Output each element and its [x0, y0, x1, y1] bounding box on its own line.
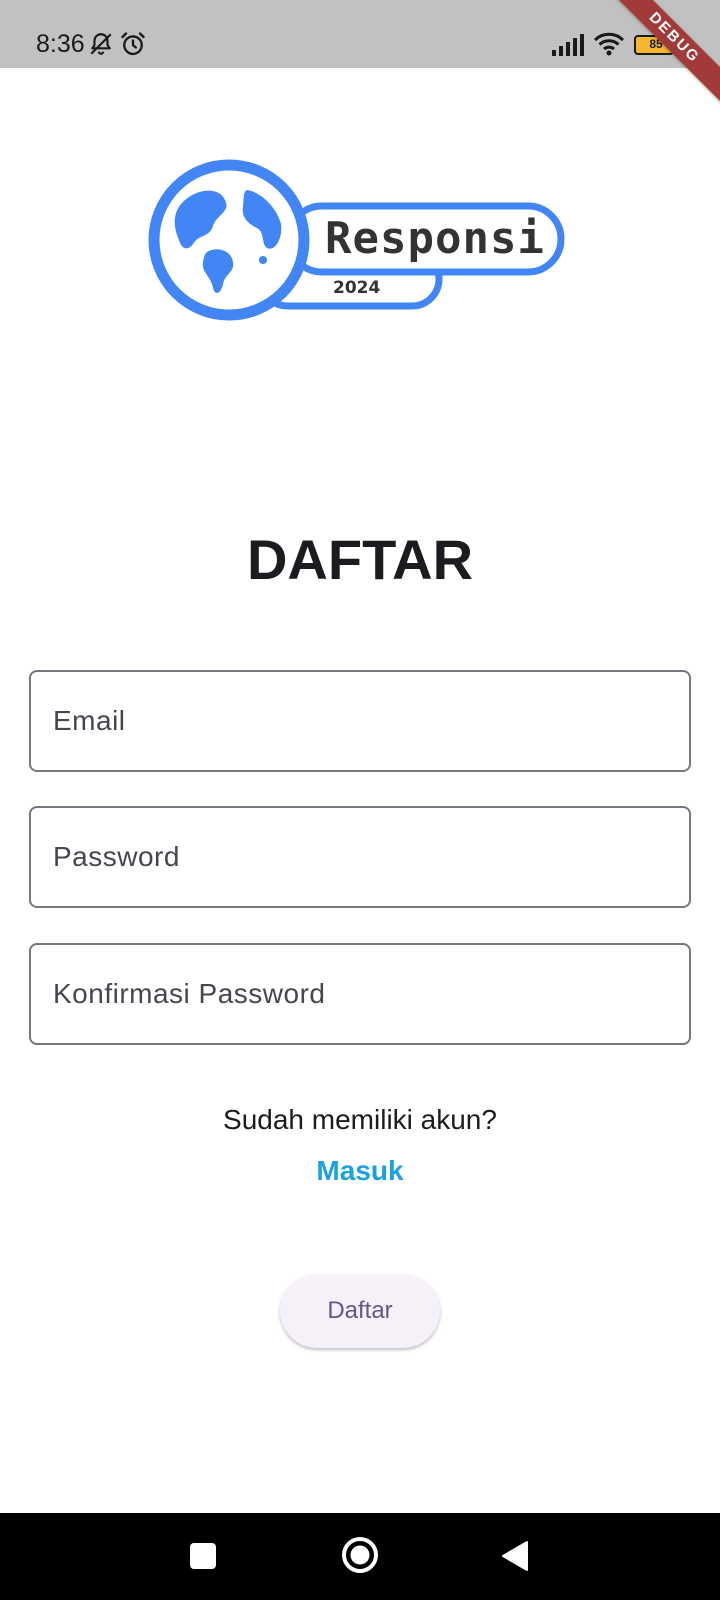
notifications-off-icon — [90, 33, 112, 55]
confirm-password-field[interactable] — [29, 943, 691, 1045]
login-prompt: Sudah memiliki akun? — [223, 1104, 497, 1135]
confirm-password-input[interactable] — [31, 945, 689, 1043]
password-input[interactable] — [31, 808, 689, 906]
logo-name: Responsi — [325, 213, 545, 264]
signal-icon — [552, 34, 584, 56]
status-bar: 8:36 85 — [0, 0, 720, 68]
password-field[interactable] — [29, 806, 691, 908]
page-title: DAFTAR — [246, 528, 474, 591]
email-input[interactable] — [31, 672, 689, 770]
email-field[interactable] — [29, 670, 691, 772]
recents-square-icon[interactable] — [189, 1542, 217, 1570]
back-triangle-icon[interactable] — [500, 1539, 530, 1573]
alarm-icon — [121, 32, 145, 56]
login-link[interactable]: Masuk — [300, 1154, 420, 1188]
status-time: 8:36 — [36, 30, 85, 58]
logo-year: 2024 — [333, 278, 380, 298]
home-circle-icon[interactable] — [340, 1535, 380, 1575]
wifi-icon — [594, 32, 624, 56]
navigation-bar — [0, 1513, 720, 1600]
register-button[interactable]: Daftar — [280, 1274, 440, 1348]
responsi-logo: Responsi 2024 — [148, 159, 565, 321]
